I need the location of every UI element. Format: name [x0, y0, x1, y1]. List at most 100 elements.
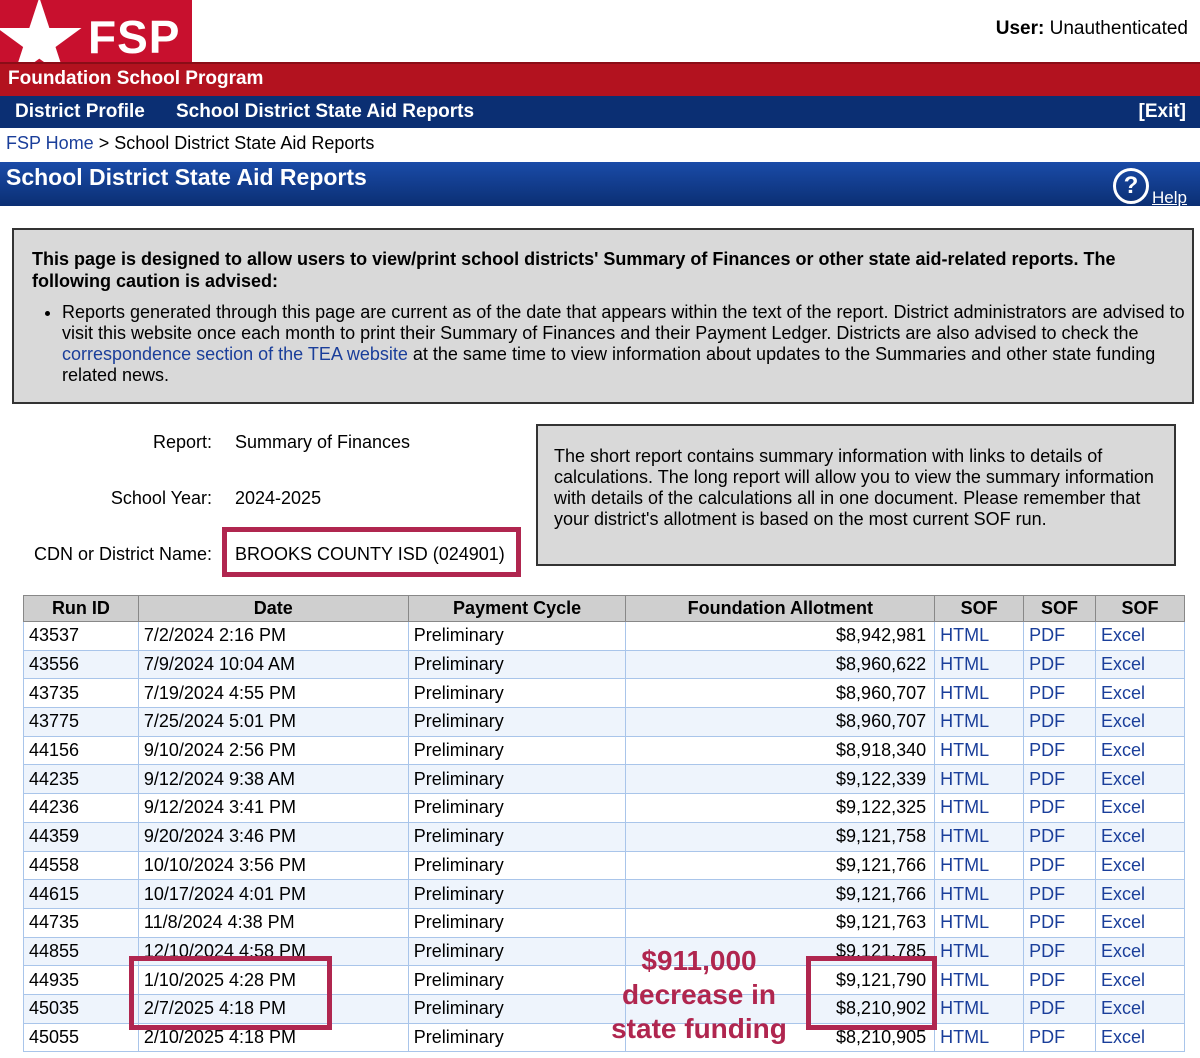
sof-pdf-link[interactable]: PDF — [1029, 711, 1065, 731]
date-cell: 10/10/2024 3:56 PM — [137, 850, 409, 881]
breadcrumb-current: School District State Aid Reports — [114, 133, 375, 153]
sof-html-link[interactable]: HTML — [940, 1027, 989, 1047]
run-id-cell: 45055 — [23, 1022, 139, 1053]
breadcrumb: FSP Home > School District State Aid Rep… — [6, 133, 374, 154]
col-sof-html: SOF — [934, 595, 1025, 622]
table-row: 43556 7/9/2024 10:04 AM Preliminary $8,960,… — [23, 649, 1185, 680]
run-id-cell: 44615 — [23, 879, 139, 909]
sof-pdf-link[interactable]: PDF — [1029, 941, 1065, 961]
sof-excel-link[interactable]: Excel — [1101, 998, 1145, 1018]
exit-link[interactable]: [Exit] — [1139, 101, 1187, 123]
run-id-cell: 43775 — [23, 707, 139, 737]
sof-pdf-link[interactable]: PDF — [1029, 769, 1065, 789]
run-id-cell: 44935 — [23, 965, 139, 995]
sof-pdf-link[interactable]: PDF — [1029, 683, 1065, 703]
sof-excel-link[interactable]: Excel — [1101, 855, 1145, 875]
sof-html-link[interactable]: HTML — [940, 625, 989, 645]
sof-pdf-link[interactable]: PDF — [1029, 654, 1065, 674]
user-value: Unauthenticated — [1049, 18, 1188, 39]
sof-html-link[interactable]: HTML — [940, 769, 989, 789]
sof-html-link[interactable]: HTML — [940, 826, 989, 846]
sof-cell: HTML — [934, 850, 1025, 881]
payment-cycle-cell: Preliminary — [407, 735, 627, 766]
breadcrumb-home-link[interactable]: FSP Home — [6, 133, 94, 153]
sof-html-link[interactable]: HTML — [940, 941, 989, 961]
allotment-cell: $9,121,766 — [625, 850, 936, 881]
sof-excel-link[interactable]: Excel — [1101, 970, 1145, 990]
allotment-cell: $8,960,707 — [625, 678, 936, 709]
sof-cell: HTML — [934, 649, 1025, 680]
school-year-label: School Year: — [110, 488, 212, 508]
sof-excel-link[interactable]: Excel — [1101, 826, 1145, 846]
col-foundation-allotment: Foundation Allotment — [625, 595, 936, 622]
top-header: ★ FSP User: Unauthenticated — [0, 0, 1200, 62]
logo-text: FSP — [88, 11, 181, 62]
nav-state-aid-reports[interactable]: School District State Aid Reports — [176, 101, 474, 123]
sof-excel-link[interactable]: Excel — [1101, 797, 1145, 817]
payment-cycle-cell: Preliminary — [407, 850, 627, 881]
sof-html-link[interactable]: HTML — [940, 797, 989, 817]
sof-excel-link[interactable]: Excel — [1101, 884, 1145, 904]
sof-pdf-link[interactable]: PDF — [1029, 625, 1065, 645]
sof-html-link[interactable]: HTML — [940, 884, 989, 904]
sof-pdf-link[interactable]: PDF — [1029, 912, 1065, 932]
fsp-logo[interactable]: ★ FSP — [0, 0, 192, 62]
sof-excel-link[interactable]: Excel — [1101, 912, 1145, 932]
sof-pdf-link[interactable]: PDF — [1029, 1027, 1065, 1047]
sof-html-link[interactable]: HTML — [940, 711, 989, 731]
allotment-cell: $9,121,763 — [625, 907, 936, 938]
date-cell: 7/25/2024 5:01 PM — [137, 707, 409, 737]
date-cell: 9/20/2024 3:46 PM — [137, 821, 409, 852]
sof-html-link[interactable]: HTML — [940, 970, 989, 990]
report-label: Report: — [152, 432, 212, 452]
sof-pdf-link[interactable]: PDF — [1029, 740, 1065, 760]
sof-html-link[interactable]: HTML — [940, 912, 989, 932]
help-icon[interactable]: ? — [1113, 168, 1149, 204]
sof-html-link[interactable]: HTML — [940, 855, 989, 875]
sof-cell: HTML — [934, 1022, 1025, 1053]
sof-pdf-link[interactable]: PDF — [1029, 970, 1065, 990]
date-cell: 7/19/2024 4:55 PM — [137, 678, 409, 709]
annotation-line-1: $911,000 — [641, 945, 757, 976]
sof-html-link[interactable]: HTML — [940, 654, 989, 674]
col-sof-excel: SOF — [1095, 595, 1185, 622]
table-row: 44615 10/17/2024 4:01 PM Preliminary $9,121… — [23, 879, 1185, 909]
sof-excel-link[interactable]: Excel — [1101, 941, 1145, 961]
sof-cell: Excel — [1095, 1022, 1185, 1053]
sof-pdf-link[interactable]: PDF — [1029, 998, 1065, 1018]
run-id-cell: 44855 — [23, 936, 139, 967]
sof-excel-link[interactable]: Excel — [1101, 711, 1145, 731]
sof-excel-link[interactable]: Excel — [1101, 769, 1145, 789]
sof-excel-link[interactable]: Excel — [1101, 654, 1145, 674]
sof-html-link[interactable]: HTML — [940, 683, 989, 703]
allotment-cell: $8,918,340 — [625, 735, 936, 766]
sof-excel-link[interactable]: Excel — [1101, 740, 1145, 760]
sof-cell: HTML — [934, 707, 1025, 737]
sof-pdf-link[interactable]: PDF — [1029, 884, 1065, 904]
sof-pdf-link[interactable]: PDF — [1029, 855, 1065, 875]
sof-excel-link[interactable]: Excel — [1101, 683, 1145, 703]
col-sof-pdf: SOF — [1023, 595, 1096, 622]
sof-html-link[interactable]: HTML — [940, 998, 989, 1018]
payment-cycle-cell: Preliminary — [407, 649, 627, 680]
date-cell: 9/12/2024 3:41 PM — [137, 793, 409, 823]
tea-correspondence-link[interactable]: correspondence section of the TEA websit… — [62, 344, 408, 364]
date-highlight-box — [129, 956, 332, 1030]
allotment-cell: $8,942,981 — [625, 621, 936, 651]
funding-annotation: $911,000 decrease in state funding — [594, 944, 804, 1046]
help-link[interactable]: Help — [1152, 188, 1187, 208]
sof-excel-link[interactable]: Excel — [1101, 1027, 1145, 1047]
nav-district-profile[interactable]: District Profile — [15, 101, 145, 123]
star-icon: ★ — [0, 0, 89, 62]
col-payment-cycle: Payment Cycle — [407, 595, 627, 622]
payment-cycle-cell: Preliminary — [407, 907, 627, 938]
sof-pdf-link[interactable]: PDF — [1029, 797, 1065, 817]
sof-pdf-link[interactable]: PDF — [1029, 826, 1065, 846]
sof-cell: PDF — [1023, 793, 1096, 823]
payment-cycle-cell: Preliminary — [407, 793, 627, 823]
sof-cell: HTML — [934, 907, 1025, 938]
table-header-row: Run ID Date Payment Cycle Foundation All… — [23, 595, 1185, 622]
sof-html-link[interactable]: HTML — [940, 740, 989, 760]
sof-cell: HTML — [934, 793, 1025, 823]
sof-excel-link[interactable]: Excel — [1101, 625, 1145, 645]
